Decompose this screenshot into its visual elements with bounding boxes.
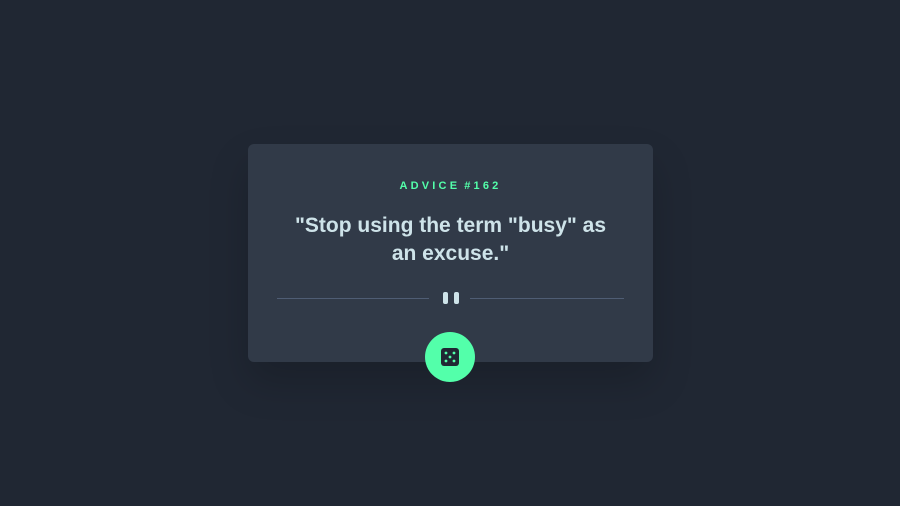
divider-line-right bbox=[470, 298, 624, 299]
advice-label-text: ADVICE bbox=[399, 180, 461, 192]
dice-button[interactable] bbox=[425, 332, 475, 382]
advice-card: ADVICE #162 "Stop using the term "busy" a… bbox=[248, 144, 653, 362]
pause-bar-left bbox=[443, 292, 448, 304]
pause-bar-right bbox=[454, 292, 459, 304]
advice-quote: "Stop using the term "busy" as an excuse… bbox=[294, 214, 607, 265]
pause-icon bbox=[443, 292, 459, 304]
advice-number: #162 bbox=[464, 180, 502, 192]
divider bbox=[277, 292, 624, 304]
advice-heading: ADVICE #162 bbox=[248, 180, 653, 192]
divider-line-left bbox=[277, 298, 429, 299]
dice-icon bbox=[441, 348, 459, 366]
